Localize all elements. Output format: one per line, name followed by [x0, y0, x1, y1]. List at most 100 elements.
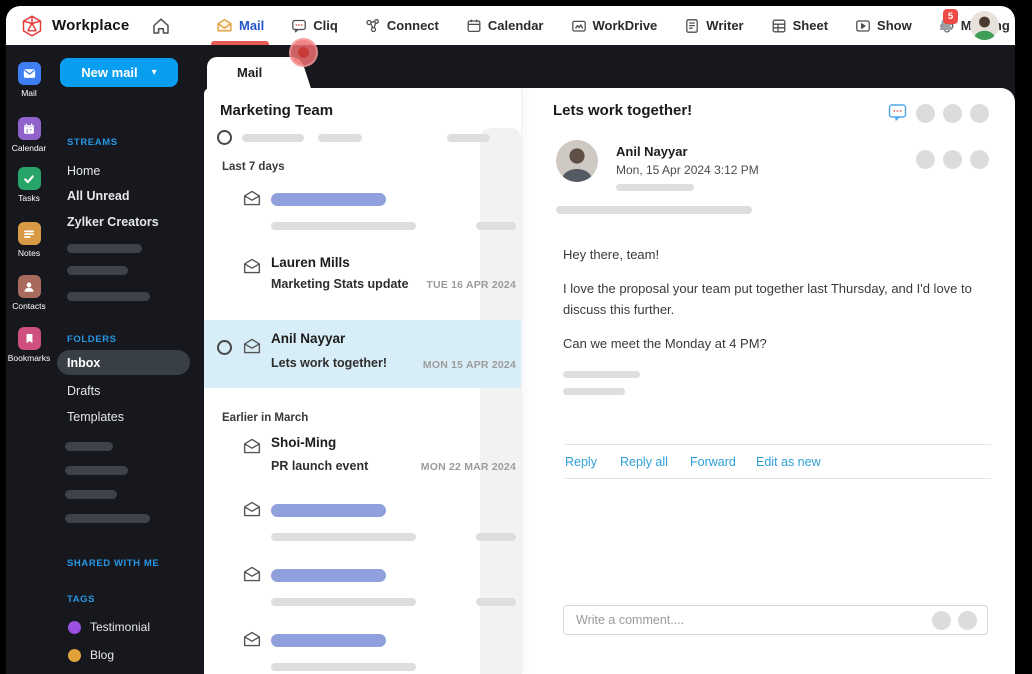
reply-all-link[interactable]: Reply all — [620, 455, 668, 469]
rail-item-calendar[interactable]: Calendar — [6, 117, 52, 153]
nav-writer[interactable]: Writer — [684, 6, 744, 45]
writer-nav-icon — [686, 18, 699, 33]
tag-color-dot — [68, 620, 81, 634]
body-paragraph: I love the proposal your team put togeth… — [563, 281, 972, 317]
mail-nav-icon — [217, 18, 232, 32]
divider — [565, 444, 991, 445]
tag-testimonial[interactable]: Testimonial — [68, 620, 150, 634]
notifications-bell-icon[interactable]: 5 — [936, 8, 958, 36]
skeleton-bar — [271, 193, 386, 206]
comment-input[interactable] — [564, 606, 894, 634]
action-placeholder-button[interactable] — [970, 150, 989, 169]
message-body: Hey there, team! I love the proposal you… — [563, 244, 1015, 367]
mail-app-icon — [17, 62, 41, 85]
skeleton-bar — [67, 244, 142, 253]
sidebar-item-zylker-creators[interactable]: Zylker Creators — [67, 215, 159, 229]
rail-item-contacts[interactable]: Contacts — [6, 275, 52, 311]
nav-show[interactable]: Show — [855, 6, 912, 45]
skeleton-bar — [65, 466, 128, 475]
nav-mail[interactable]: Mail — [211, 6, 270, 45]
tab-mail[interactable]: Mail — [207, 57, 293, 89]
brand-name: Workplace — [52, 17, 130, 34]
comment-icon[interactable] — [888, 103, 907, 127]
workdrive-nav-icon — [571, 20, 586, 32]
sidebar-item-inbox[interactable]: Inbox — [57, 350, 190, 375]
skeleton-bar — [67, 292, 150, 301]
forward-link[interactable]: Forward — [690, 455, 736, 469]
skeleton-bar — [476, 598, 516, 606]
list-item-skeleton[interactable] — [204, 565, 521, 613]
list-section-label: Last 7 days — [222, 161, 285, 173]
envelope-icon — [243, 438, 261, 454]
nav-connect[interactable]: Connect — [365, 6, 439, 45]
skeleton-bar — [271, 598, 416, 606]
home-icon[interactable] — [151, 16, 171, 36]
reading-pane: Lets work together! Anil Nayyar Mon, 15 … — [522, 88, 1015, 674]
header-action-buttons — [916, 104, 989, 123]
comment-box — [563, 605, 988, 635]
action-placeholder-button[interactable] — [916, 150, 935, 169]
body-paragraph: Can we meet the Monday at 4 PM? — [563, 336, 767, 351]
skeleton-bar — [65, 490, 117, 499]
sender-action-buttons — [916, 150, 989, 169]
skeleton-bar — [67, 266, 128, 275]
user-avatar[interactable] — [970, 11, 999, 40]
sidebar-item-home[interactable]: Home — [67, 164, 100, 178]
rail-item-bookmarks[interactable]: Bookmarks — [6, 327, 52, 363]
sidebar-item-all-unread[interactable]: All Unread — [67, 189, 130, 203]
comment-placeholder-button[interactable] — [958, 611, 977, 630]
rail-item-tasks[interactable]: Tasks — [6, 167, 52, 203]
nav-sheet[interactable]: Sheet — [771, 6, 828, 45]
skeleton-bar — [271, 222, 416, 230]
select-all-radio[interactable] — [217, 130, 232, 145]
nav-workdrive[interactable]: WorkDrive — [571, 6, 657, 45]
calendar-nav-icon — [467, 19, 481, 32]
brand: Workplace — [6, 14, 171, 38]
workplace-logo-icon — [22, 14, 42, 37]
rail-item-notes[interactable]: Notes — [6, 222, 52, 258]
list-toolbar-row — [204, 130, 521, 146]
sender-avatar[interactable] — [556, 140, 598, 182]
comment-buttons — [932, 611, 977, 630]
list-item-skeleton[interactable] — [204, 189, 521, 237]
list-item-skeleton[interactable] — [204, 500, 521, 548]
rail-item-mail[interactable]: Mail — [6, 62, 52, 98]
app-rail: Mail Calendar Tasks Notes Contacts Bookm… — [6, 45, 52, 674]
envelope-icon — [243, 501, 261, 517]
bookmarks-app-icon — [17, 327, 41, 350]
sidebar-item-drafts[interactable]: Drafts — [67, 384, 100, 398]
list-item-shoi-ming[interactable]: Shoi-Ming PR launch event MON 22 MAR 202… — [204, 435, 521, 481]
action-placeholder-button[interactable] — [916, 104, 935, 123]
content-panel: Marketing Team Last 7 days Lauren Mills … — [204, 88, 1015, 674]
action-placeholder-button[interactable] — [943, 104, 962, 123]
skeleton-bar — [271, 634, 386, 647]
tag-blog[interactable]: Blog — [68, 648, 114, 662]
message-subject: Lets work together! — [553, 102, 693, 119]
tag-color-dot — [68, 648, 81, 662]
skeleton-bar — [556, 206, 752, 214]
notification-badge: 5 — [943, 8, 958, 24]
new-mail-button[interactable]: New mail ▾ — [60, 58, 178, 87]
skeleton-bar — [242, 134, 304, 142]
streams-section-label: STREAMS — [67, 137, 118, 148]
action-placeholder-button[interactable] — [970, 104, 989, 123]
list-item-skeleton[interactable] — [204, 630, 521, 674]
comment-placeholder-button[interactable] — [932, 611, 951, 630]
active-tab-underline — [211, 41, 270, 45]
nav-calendar[interactable]: Calendar — [466, 6, 544, 45]
action-placeholder-button[interactable] — [943, 150, 962, 169]
sidebar-item-templates[interactable]: Templates — [67, 410, 124, 424]
list-item-lauren-mills[interactable]: Lauren Mills Marketing Stats update TUE … — [204, 255, 521, 299]
body-paragraph: Hey there, team! — [563, 247, 660, 262]
mail-group-title: Marketing Team — [220, 102, 334, 119]
sheet-nav-icon — [772, 19, 786, 32]
top-navigation: Mail Cliq Connect Calendar WorkDrive Wri… — [211, 6, 1010, 45]
edit-as-new-link[interactable]: Edit as new — [756, 455, 821, 469]
list-item-anil-nayyar[interactable]: Anil Nayyar Lets work together! MON 15 A… — [204, 320, 521, 388]
select-message-radio[interactable] — [217, 340, 232, 355]
reply-link[interactable]: Reply — [565, 455, 597, 469]
message-actions: Reply Reply all Forward Edit as new — [522, 455, 1015, 471]
shared-section-label[interactable]: SHARED WITH ME — [67, 558, 159, 569]
skeleton-bar — [271, 504, 386, 517]
skeleton-bar — [447, 134, 490, 142]
